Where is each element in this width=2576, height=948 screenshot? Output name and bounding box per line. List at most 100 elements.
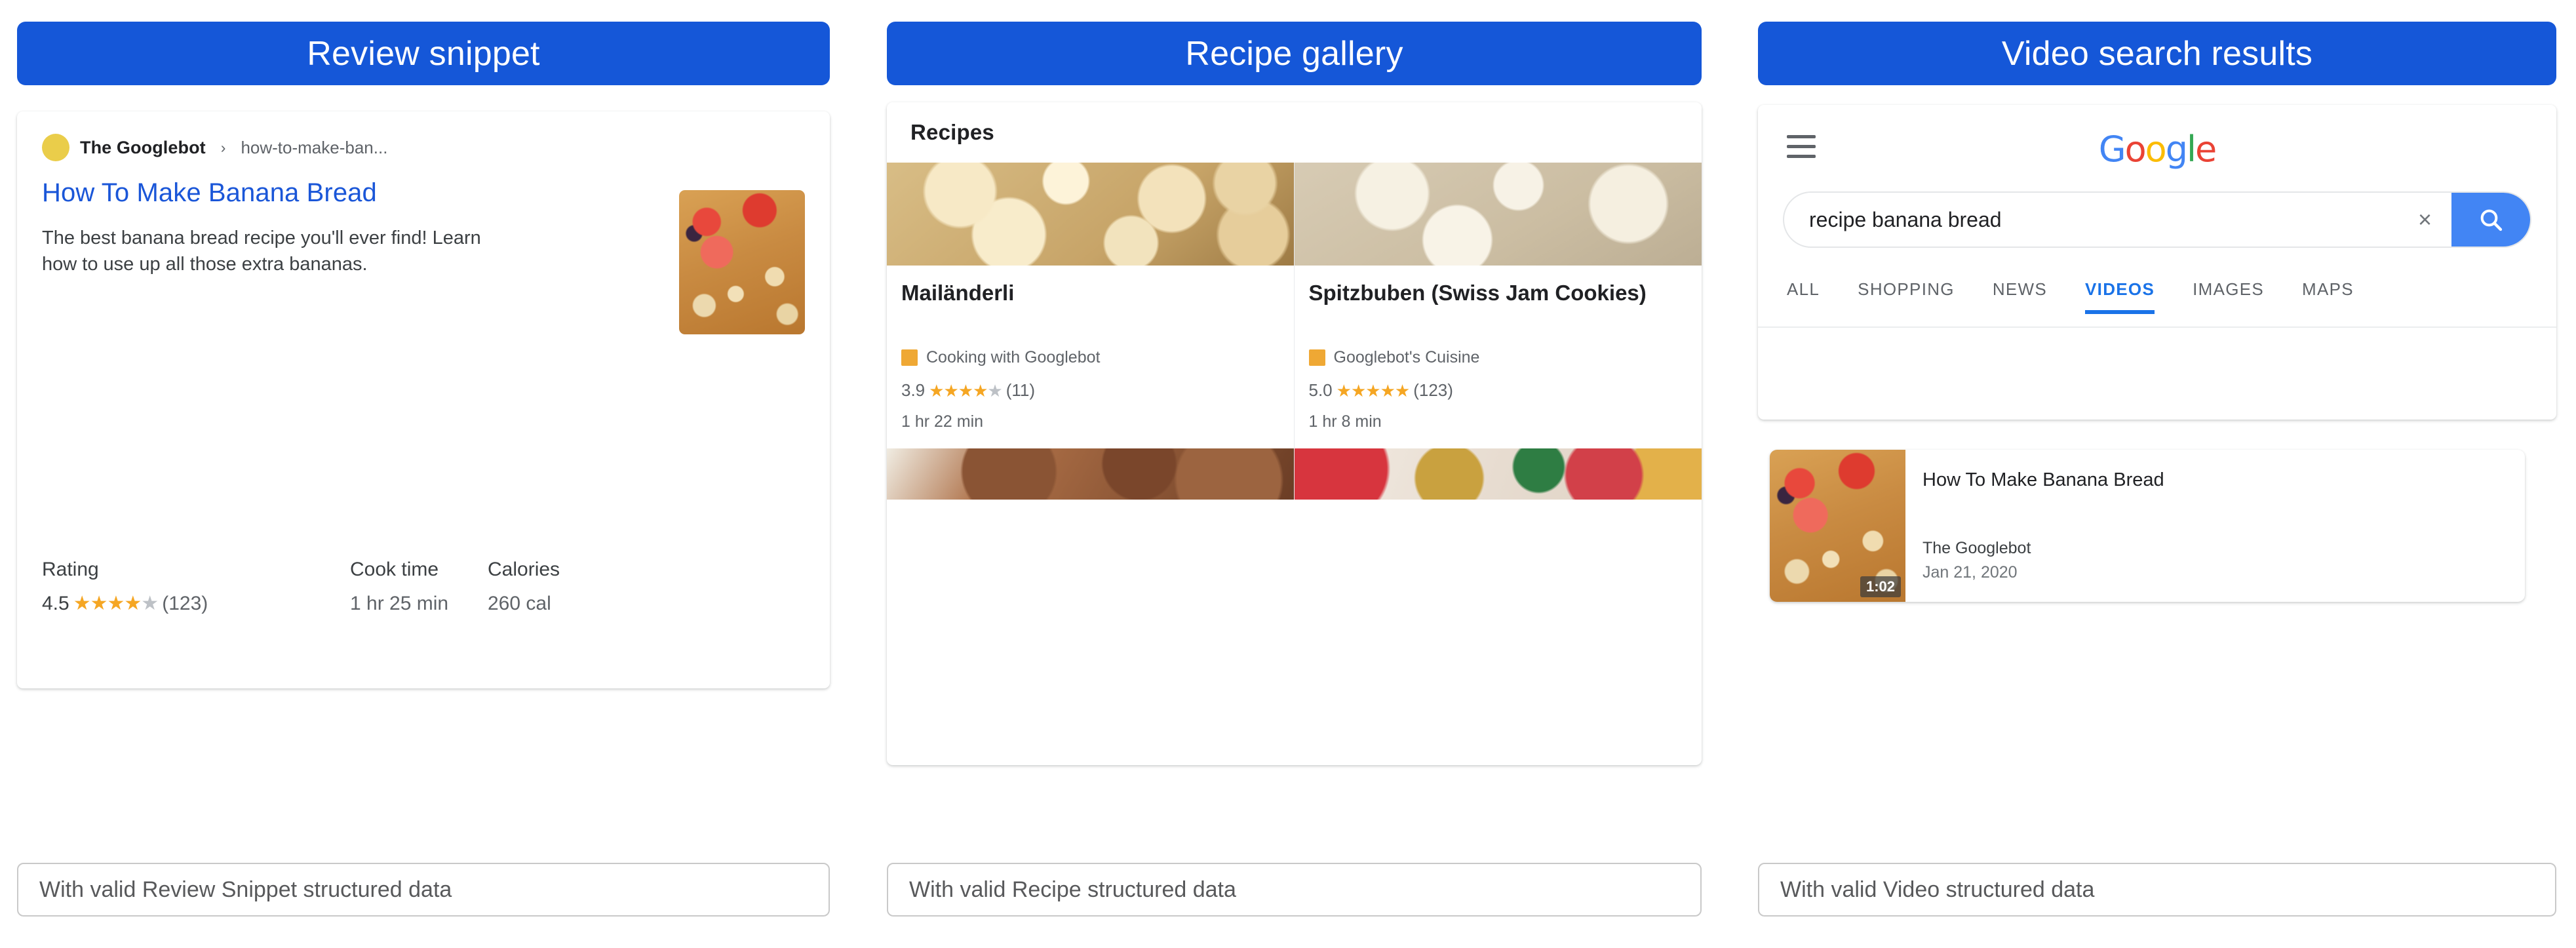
caption-recipe-gallery: With valid Recipe structured data bbox=[887, 863, 1702, 917]
recipe-image bbox=[1294, 163, 1702, 266]
meta-rating: Rating 4.5 ★★★★★ (123) bbox=[42, 559, 350, 615]
recipes-section-header: Recipes bbox=[887, 102, 1702, 163]
meta-calories: Calories 260 cal bbox=[488, 559, 645, 615]
caption-label: With valid Video structured data bbox=[1780, 877, 2095, 902]
favicon-icon bbox=[1308, 349, 1325, 366]
description-text: The best banana bread recipe you'll ever… bbox=[42, 227, 481, 275]
header-pill-label: Review snippet bbox=[307, 34, 540, 73]
tab-images[interactable]: IMAGES bbox=[2193, 269, 2264, 300]
rating-count: (123) bbox=[1413, 380, 1453, 400]
butter-cookies-image bbox=[887, 163, 1294, 266]
recipe-card[interactable]: Spitzbuben (Swiss Jam Cookies) Googlebot… bbox=[1294, 163, 1702, 500]
recipe-gallery-card[interactable]: Recipes Mailänderli Cooking with Googleb… bbox=[887, 102, 1702, 765]
star-rating-icon: ★★★★★ bbox=[1336, 380, 1411, 401]
banana-bread-image bbox=[679, 190, 805, 334]
meta-calories-label: Calories bbox=[488, 559, 560, 580]
video-search-card: Google recipe banana bread × ALL SHOPPIN… bbox=[1758, 105, 2556, 420]
tab-news[interactable]: NEWS bbox=[1993, 269, 2047, 300]
recipe-name: Spitzbuben (Swiss Jam Cookies) bbox=[1308, 281, 1647, 305]
caption-label: With valid Review Snippet structured dat… bbox=[39, 877, 452, 902]
chocolate-cookies-image bbox=[887, 448, 1294, 500]
result-description: The best banana bread recipe you'll ever… bbox=[42, 225, 488, 277]
meta-rating-label: Rating bbox=[42, 559, 99, 580]
rich-result-meta-row: Rating 4.5 ★★★★★ (123) Cook time 1 hr 25… bbox=[42, 559, 805, 615]
site-name: The Googlebot bbox=[80, 137, 206, 157]
breadcrumb: The Googlebot › how-to-make-ban... bbox=[42, 134, 805, 161]
video-title-link[interactable]: How To Make Banana Bread bbox=[1922, 469, 2164, 491]
caption-label: With valid Recipe structured data bbox=[909, 877, 1236, 902]
meta-cook-time-value: 1 hr 25 min bbox=[350, 593, 449, 614]
tab-maps[interactable]: MAPS bbox=[2302, 269, 2354, 300]
star-rating-icon: ★★★★★ bbox=[929, 380, 1003, 401]
review-snippet-body: The Googlebot › how-to-make-ban... How T… bbox=[17, 111, 830, 688]
recipe-total-time: 1 hr 8 min bbox=[1308, 412, 1382, 431]
rating-number: 4.5 bbox=[42, 593, 69, 614]
result-thumbnail bbox=[679, 190, 805, 334]
review-snippet-card[interactable]: The Googlebot › how-to-make-ban... How T… bbox=[17, 111, 830, 688]
hamburger-menu-icon[interactable] bbox=[1787, 135, 1816, 158]
site-avatar-icon bbox=[42, 134, 69, 161]
header-pill-review-snippet: Review snippet bbox=[17, 22, 830, 85]
search-tabs: ALL SHOPPING NEWS VIDEOS IMAGES MAPS bbox=[1758, 269, 2556, 328]
recipe-image-next bbox=[1294, 448, 1702, 500]
caption-video-search: With valid Video structured data bbox=[1758, 863, 2556, 917]
caption-review-snippet: With valid Review Snippet structured dat… bbox=[17, 863, 830, 917]
christmas-cookies-image bbox=[1294, 448, 1702, 500]
meta-cook-time-label: Cook time bbox=[350, 559, 439, 580]
recipe-source-name: Cooking with Googlebot bbox=[926, 348, 1101, 366]
column-recipe-gallery: Recipe gallery Recipes Mailänderli Cooki… bbox=[887, 0, 1702, 948]
logo-letter-g1: G bbox=[2098, 128, 2126, 170]
logo-letter-g2: g bbox=[2165, 128, 2188, 170]
favicon-icon bbox=[901, 349, 918, 366]
meta-cook-time: Cook time 1 hr 25 min bbox=[350, 559, 488, 615]
video-result-info: How To Make Banana Bread The Googlebot J… bbox=[1905, 450, 2181, 602]
logo-letter-o2: o bbox=[2145, 128, 2167, 170]
recipe-total-time: 1 hr 22 min bbox=[901, 412, 984, 431]
star-rating-icon: ★★★★★ bbox=[73, 593, 159, 614]
recipe-card[interactable]: Mailänderli Cooking with Googlebot 3.9 ★… bbox=[887, 163, 1295, 500]
search-bar[interactable]: recipe banana bread × bbox=[1783, 191, 2531, 248]
video-duration-badge: 1:02 bbox=[1860, 576, 1901, 597]
logo-letter-l: l bbox=[2186, 128, 2196, 170]
video-result-card[interactable]: 1:02 How To Make Banana Bread The Google… bbox=[1770, 450, 2525, 602]
comparison-board: Review snippet The Googlebot › how-to-ma… bbox=[0, 0, 2576, 948]
header-pill-label: Video search results bbox=[2001, 34, 2313, 73]
recipe-rating: 3.9 ★★★★★ (11) bbox=[901, 380, 1279, 401]
rating-count: (11) bbox=[1005, 380, 1036, 400]
header-pill-label: Recipe gallery bbox=[1185, 34, 1403, 73]
tab-shopping[interactable]: SHOPPING bbox=[1858, 269, 1955, 300]
recipe-source: Cooking with Googlebot bbox=[901, 348, 1279, 367]
tab-videos[interactable]: VIDEOS bbox=[2085, 269, 2155, 314]
recipe-rating: 5.0 ★★★★★ (123) bbox=[1309, 380, 1688, 401]
search-button[interactable] bbox=[2451, 193, 2530, 247]
video-upload-date: Jan 21, 2020 bbox=[1922, 563, 2018, 582]
recipe-source-name: Googlebot's Cuisine bbox=[1333, 348, 1480, 366]
recipe-image-next bbox=[887, 448, 1294, 500]
tab-all[interactable]: ALL bbox=[1787, 269, 1820, 300]
search-input[interactable]: recipe banana bread bbox=[1784, 208, 2398, 232]
video-source: The Googlebot bbox=[1922, 539, 2031, 557]
clear-icon[interactable]: × bbox=[2398, 206, 2451, 233]
logo-letter-o1: o bbox=[2124, 128, 2147, 170]
column-review-snippet: Review snippet The Googlebot › how-to-ma… bbox=[17, 0, 830, 948]
search-header: Google bbox=[1758, 105, 2556, 189]
video-thumbnail[interactable]: 1:02 bbox=[1770, 450, 1905, 602]
search-icon bbox=[2480, 209, 2503, 231]
breadcrumb-separator-icon: › bbox=[220, 138, 226, 156]
rating-number: 5.0 bbox=[1308, 380, 1333, 400]
meta-rating-value: 4.5 ★★★★★ (123) bbox=[42, 593, 350, 615]
recipe-name: Mailänderli bbox=[901, 281, 1015, 305]
rating-number: 3.9 bbox=[901, 380, 926, 400]
jam-cookies-image bbox=[1294, 163, 1702, 266]
recipe-image bbox=[887, 163, 1294, 266]
google-logo: Google bbox=[2098, 128, 2217, 170]
column-video-search: Video search results Google recipe banan… bbox=[1758, 0, 2556, 948]
meta-calories-value: 260 cal bbox=[488, 593, 551, 614]
recipe-source: Googlebot's Cuisine bbox=[1308, 348, 1688, 367]
url-path: how-to-make-ban... bbox=[241, 137, 388, 157]
rating-count: (123) bbox=[162, 593, 208, 614]
recipe-info: Spitzbuben (Swiss Jam Cookies) Googlebot… bbox=[1295, 266, 1702, 448]
recipes-section-title: Recipes bbox=[910, 120, 994, 144]
header-pill-video-search: Video search results bbox=[1758, 22, 2556, 85]
recipe-info: Mailänderli Cooking with Googlebot 3.9 ★… bbox=[887, 266, 1294, 448]
